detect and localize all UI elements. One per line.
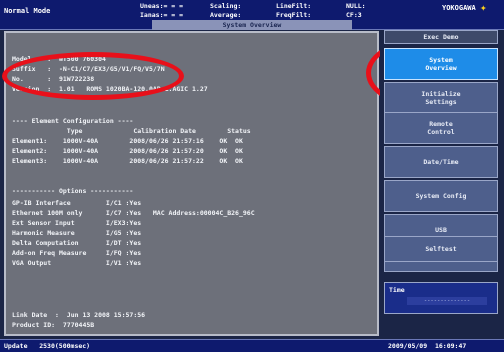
softkey-menu: Exec Demo System Overview Initialize Set… xyxy=(380,30,502,336)
element-row: Element2: 1000V-40A 2008/06/26 21:57:20 … xyxy=(12,147,243,155)
time-label: Time xyxy=(389,286,405,294)
product-id-line: Product ID: 7770445B xyxy=(12,321,95,329)
time-value: -------------- xyxy=(407,297,487,305)
option-row: Ethernet 100M only I/C7 :Yes MAC Address… xyxy=(12,209,255,217)
system-overview-button[interactable]: System Overview xyxy=(384,48,498,80)
freq-filter-status: FreqFilt: xyxy=(276,11,312,19)
scaling-average-indicator: Scaling: Average: xyxy=(210,2,241,20)
link-date-line: Link Date : Jun 13 2008 15:57:56 xyxy=(12,311,146,319)
filter-indicator: LineFilt: FreqFilt: xyxy=(276,2,311,20)
crest-factor-status: CF:3 xyxy=(346,11,362,19)
bottom-status-bar: Update 2530(500msec) 2009/05/09 16:09:47 xyxy=(0,339,504,352)
brand-star-icon: ✦ xyxy=(480,1,487,14)
update-rate: Update 2530(500msec) xyxy=(4,342,91,350)
element-row: Element1: 1000V-40A 2008/06/26 21:57:16 … xyxy=(12,137,243,145)
date-time-button[interactable]: Date/Time xyxy=(384,146,498,178)
page-title: System Overview xyxy=(152,20,352,30)
time-display: Time -------------- xyxy=(384,282,498,314)
annotation-oval-model-info xyxy=(2,52,184,100)
measure-mode-label: Normal Mode xyxy=(4,7,51,15)
range-i: Ianas:= = = xyxy=(140,11,184,19)
initialize-settings-button[interactable]: Initialize Settings xyxy=(384,82,498,114)
average-status: Average: xyxy=(210,11,242,19)
element-row: Element3: 1000V-40A 2008/06/26 21:57:22 … xyxy=(12,157,243,165)
option-row: VGA Output I/V1 :Yes xyxy=(12,259,142,267)
clock-readout: 2009/05/09 16:09:47 xyxy=(388,342,467,350)
scaling-status: Scaling: xyxy=(210,2,242,10)
option-row: Delta Computation I/DT :Yes xyxy=(12,239,142,247)
option-row: Add-on Freq Measure I/FQ :Yes xyxy=(12,249,142,257)
option-row: GP-IB Interface I/C1 :Yes xyxy=(12,199,142,207)
options-header: ----------- Options ----------- xyxy=(12,187,134,195)
selftest-button[interactable]: Selftest xyxy=(384,236,498,262)
exec-demo-button[interactable]: Exec Demo xyxy=(384,30,498,44)
instrument-screen: Normal Mode Uneas:= = = Ianas:= = = Scal… xyxy=(0,0,504,352)
option-row: Harmonic Measure I/G5 :Yes xyxy=(12,229,142,237)
null-cf-indicator: NULL: CF:3 xyxy=(346,2,366,20)
remote-control-button[interactable]: Remote Control xyxy=(384,112,498,144)
line-filter-status: LineFilt: xyxy=(276,2,312,10)
range-u: Uneas:= = = xyxy=(140,2,184,10)
top-status-bar: Normal Mode Uneas:= = = Ianas:= = = Scal… xyxy=(0,0,504,30)
range-indicator: Uneas:= = = Ianas:= = = xyxy=(140,2,183,20)
system-config-button[interactable]: System Config xyxy=(384,180,498,212)
element-config-columns: Type Calibration Date Status xyxy=(12,127,251,135)
element-config-header: ---- Element Configuration ---- xyxy=(12,117,134,125)
null-status: NULL: xyxy=(346,2,366,10)
option-row: Ext Sensor Input I/EX3:Yes xyxy=(12,219,142,227)
brand-logo: YOKOGAWA xyxy=(442,4,476,12)
